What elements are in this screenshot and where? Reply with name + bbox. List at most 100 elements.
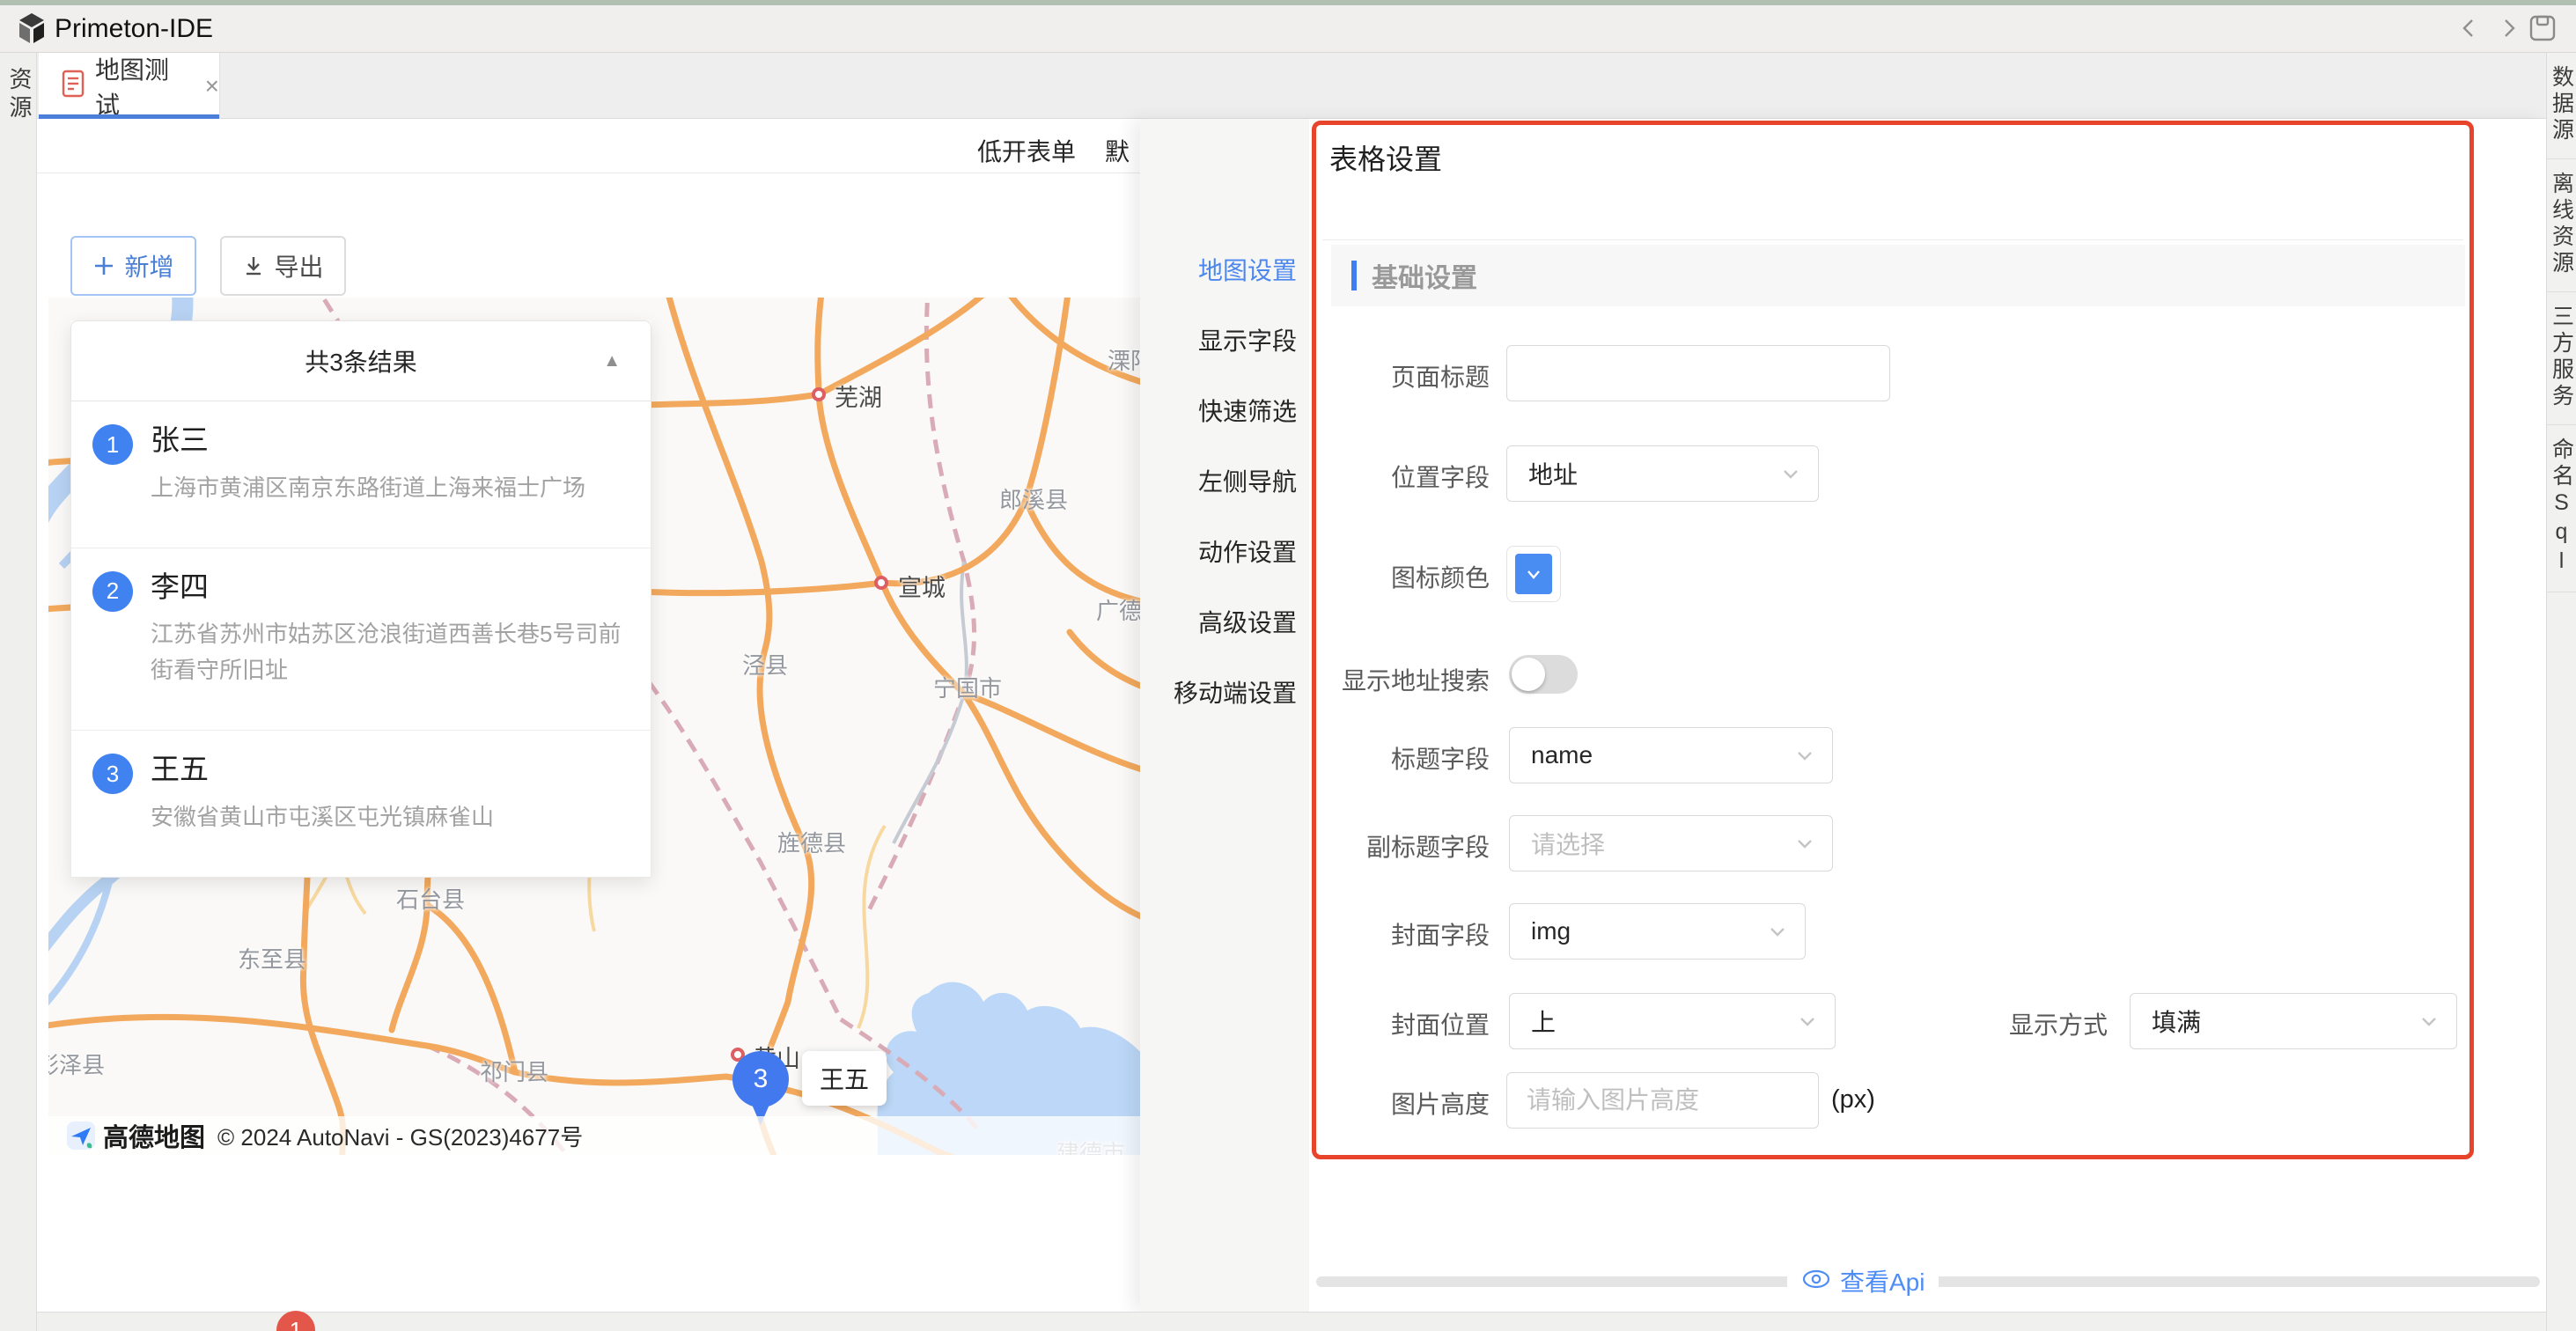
panel-divider xyxy=(1322,239,2463,240)
map-marker-number: 3 xyxy=(732,1051,789,1107)
map-county-label: 东至县 xyxy=(238,942,306,974)
plus-icon xyxy=(92,254,115,277)
right-rail-item-named-sql[interactable]: 命名Sql xyxy=(2547,425,2576,592)
eye-icon xyxy=(1801,1268,1831,1295)
map-county-label: 溧阳 xyxy=(1108,343,1140,376)
tab-label: 地图测试 xyxy=(95,51,189,121)
title-field-label: 标题字段 xyxy=(1278,740,1490,776)
cover-position-label: 封面位置 xyxy=(1278,1006,1490,1041)
map-city-dot xyxy=(874,576,888,590)
panel-title: 表格设置 xyxy=(1329,137,1442,178)
amap-brand: 高德地图 xyxy=(103,1117,205,1154)
page-title-label: 页面标题 xyxy=(1278,358,1490,393)
item-name: 李四 xyxy=(151,570,626,605)
results-card: 共3条结果 ▲ 1 张三 上海市黄浦区南京东路街道上海来福士广场 2 李四 江苏… xyxy=(70,320,651,878)
form-icon xyxy=(62,70,85,102)
map-county-label: 彭泽县 xyxy=(48,1048,105,1080)
location-field-select[interactable]: 地址 xyxy=(1506,445,1819,502)
collapse-caret-icon[interactable]: ▲ xyxy=(603,351,621,371)
item-address: 江苏省苏州市姑苏区沧浪街道西善长巷5号司前街看守所旧址 xyxy=(151,616,626,688)
chevron-down-icon xyxy=(1793,832,1816,855)
list-item[interactable]: 3 王五 安徽省黄山市屯溪区屯光镇麻雀山 xyxy=(71,730,651,877)
image-height-suffix: (px) xyxy=(1831,1085,1875,1114)
settings-nav-display-fields[interactable]: 显示字段 xyxy=(1198,322,1297,357)
title-bar: Primeton-IDE xyxy=(0,0,2576,53)
primeton-ide-window: Primeton-IDE 资源 数据源 离线资源 三方服务 命名Sql 地图测试… xyxy=(0,0,2576,1331)
save-icon[interactable] xyxy=(2525,12,2560,44)
map-city-label: 芜湖 xyxy=(835,379,882,413)
cover-field-label: 封面字段 xyxy=(1278,916,1490,952)
window-top-strip xyxy=(0,0,2576,5)
location-field-label: 位置字段 xyxy=(1278,459,1490,494)
settings-nav-quick-filter[interactable]: 快速筛选 xyxy=(1198,393,1297,428)
chevron-down-icon xyxy=(1779,462,1802,485)
icon-color-picker[interactable] xyxy=(1506,546,1561,602)
app-logo-icon xyxy=(14,11,49,52)
results-summary-header[interactable]: 共3条结果 ▲ xyxy=(70,320,651,401)
map-copyright: © 2024 AutoNavi - GS(2023)4677号 xyxy=(217,1120,583,1152)
canvas-tab-strip: 低开表单 默 xyxy=(37,119,1140,173)
settings-nav: 地图设置 显示字段 快速筛选 左侧导航 动作设置 高级设置 移动端设置 xyxy=(1140,119,1309,1312)
map-marker-label[interactable]: 王五 xyxy=(802,1051,887,1106)
map-city-dot xyxy=(812,387,826,401)
title-field-select[interactable]: name xyxy=(1509,727,1833,783)
cover-field-select[interactable]: img xyxy=(1509,903,1806,960)
chevron-down-icon xyxy=(2418,1010,2440,1033)
tab-close-icon[interactable]: × xyxy=(205,72,219,100)
map-city-label: 宣城 xyxy=(898,569,946,603)
page-title-input[interactable] xyxy=(1506,345,1890,401)
section-accent-bar xyxy=(1351,261,1357,290)
map-county-label: 郎溪县 xyxy=(999,482,1068,515)
settings-nav-advanced-settings[interactable]: 高级设置 xyxy=(1198,604,1297,639)
map-county-label: 广德市 xyxy=(1096,593,1140,626)
image-height-label: 图片高度 xyxy=(1278,1085,1490,1121)
canvas-tab-default-clipped[interactable]: 默 xyxy=(1105,133,1130,168)
view-api-link[interactable]: 查看Api xyxy=(1787,1260,1939,1302)
chevron-down-icon xyxy=(1793,744,1816,767)
item-name: 王五 xyxy=(151,752,494,787)
tab-map-test[interactable]: 地图测试 × xyxy=(39,53,220,119)
nav-back-button[interactable] xyxy=(2451,12,2486,44)
item-address: 上海市黄浦区南京东路街道上海来福士广场 xyxy=(151,470,585,505)
item-index-badge: 3 xyxy=(92,754,133,794)
map-county-label: 泾县 xyxy=(742,648,788,680)
nav-forward-button[interactable] xyxy=(2491,12,2527,44)
left-rail: 资源 xyxy=(0,53,37,1331)
right-rail: 数据源 离线资源 三方服务 命名Sql xyxy=(2546,53,2576,1331)
canvas-tab-lowcode-form[interactable]: 低开表单 xyxy=(977,133,1076,168)
left-rail-item-resources[interactable]: 资源 xyxy=(0,67,36,123)
right-rail-item-third-party-services[interactable]: 三方服务 xyxy=(2547,292,2576,425)
subtitle-field-label: 副标题字段 xyxy=(1278,828,1490,864)
show-address-search-toggle[interactable] xyxy=(1509,655,1578,694)
item-name: 张三 xyxy=(151,423,585,458)
display-mode-select[interactable]: 填满 xyxy=(2130,993,2457,1049)
settings-panel: 地图设置 显示字段 快速筛选 左侧导航 动作设置 高级设置 移动端设置 表格设置… xyxy=(1140,119,2546,1312)
image-height-input[interactable] xyxy=(1506,1072,1819,1129)
right-rail-item-offline-resources[interactable]: 离线资源 xyxy=(2547,159,2576,292)
cover-position-select[interactable]: 上 xyxy=(1509,993,1836,1049)
add-button[interactable]: 新增 xyxy=(70,236,196,296)
list-item[interactable]: 2 李四 江苏省苏州市姑苏区沧浪街道西善长巷5号司前街看守所旧址 xyxy=(71,548,651,730)
bottom-strip xyxy=(37,1312,2546,1331)
show-address-search-label: 显示地址搜索 xyxy=(1278,662,1490,697)
subtitle-field-select[interactable]: 请选择 xyxy=(1509,815,1833,871)
chevron-down-icon xyxy=(1796,1010,1819,1033)
settings-nav-map[interactable]: 地图设置 xyxy=(1198,252,1297,287)
export-button[interactable]: 导出 xyxy=(220,236,346,296)
color-swatch xyxy=(1515,554,1552,594)
results-count: 共3条结果 xyxy=(305,343,417,379)
amap-logo-icon xyxy=(66,1121,96,1151)
download-icon xyxy=(242,254,265,277)
basic-settings-section: 基础设置 xyxy=(1331,245,2465,306)
map-county-label: 祁门县 xyxy=(480,1055,548,1087)
map-attribution: 高德地图 © 2024 AutoNavi - GS(2023)4677号 xyxy=(48,1116,1140,1155)
document-tab-bar: 地图测试 × xyxy=(37,53,2546,119)
icon-color-label: 图标颜色 xyxy=(1278,559,1490,594)
list-item[interactable]: 1 张三 上海市黄浦区南京东路街道上海来福士广场 xyxy=(71,401,651,548)
chevron-down-icon xyxy=(1766,920,1789,943)
right-rail-item-datasource[interactable]: 数据源 xyxy=(2547,53,2576,159)
results-list: 1 张三 上海市黄浦区南京东路街道上海来福士广场 2 李四 江苏省苏州市姑苏区沧… xyxy=(70,401,651,878)
item-index-badge: 1 xyxy=(92,424,133,465)
item-index-badge: 2 xyxy=(92,571,133,612)
item-address: 安徽省黄山市屯溪区屯光镇麻雀山 xyxy=(151,799,494,835)
